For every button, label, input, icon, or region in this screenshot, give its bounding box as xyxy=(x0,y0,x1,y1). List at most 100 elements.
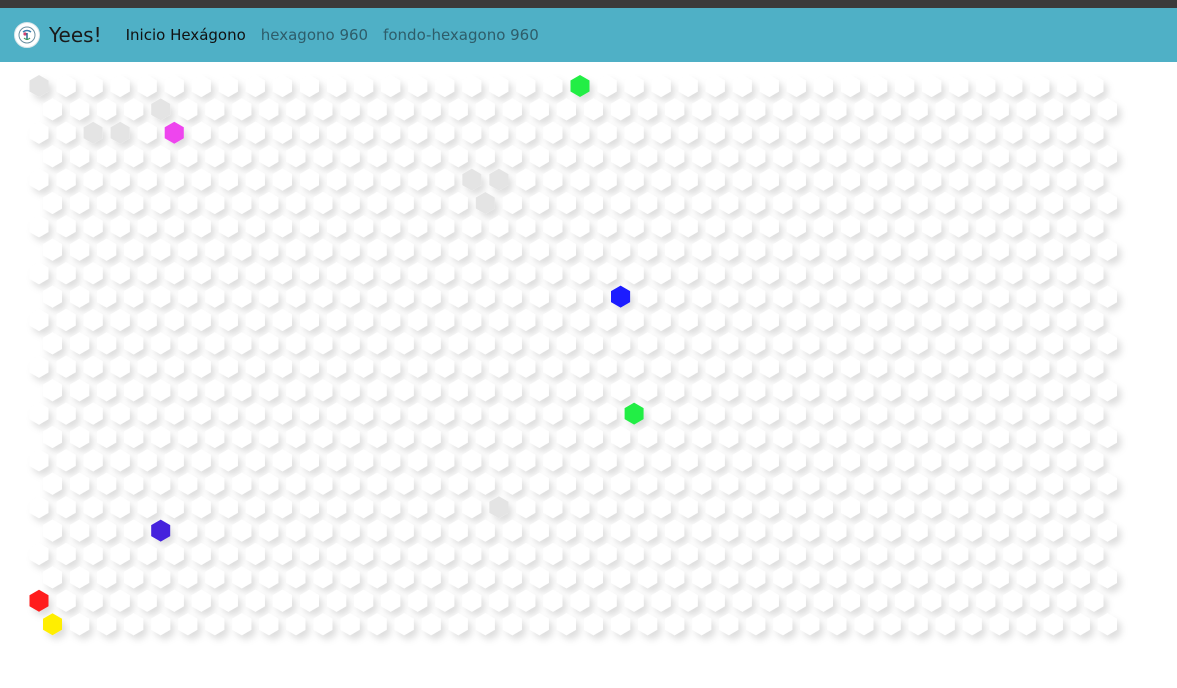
hexagon-cell[interactable] xyxy=(935,379,955,402)
hexagon-cell[interactable] xyxy=(1030,589,1050,612)
hexagon-cell[interactable] xyxy=(259,426,279,448)
hexagon-cell[interactable] xyxy=(43,566,62,589)
hexagon-cell[interactable] xyxy=(489,121,509,144)
hexagon-cell[interactable] xyxy=(597,121,617,144)
hexagon-cell[interactable] xyxy=(272,496,292,519)
hexagon-cell[interactable] xyxy=(70,98,90,121)
hexagon-cell[interactable] xyxy=(638,145,658,168)
hexagon-cell[interactable] xyxy=(110,215,130,238)
hexagon-cell[interactable] xyxy=(705,355,725,378)
hexagon-cell[interactable] xyxy=(70,613,90,636)
hexagon-cell[interactable] xyxy=(1016,145,1036,168)
hexagon-cell[interactable] xyxy=(759,589,779,612)
hexagon-cell[interactable] xyxy=(1057,75,1077,97)
hexagon-cell[interactable] xyxy=(651,75,671,97)
hexagon-cell[interactable] xyxy=(732,121,752,144)
hexagon-cell[interactable] xyxy=(340,379,360,402)
hexagon-cell[interactable] xyxy=(489,402,509,425)
hexagon-cell[interactable] xyxy=(70,285,90,308)
hexagon-cell[interactable] xyxy=(1097,238,1117,261)
hexagon-cell[interactable] xyxy=(800,566,820,589)
hexagon-cell[interactable] xyxy=(949,75,969,97)
hexagon-cell[interactable] xyxy=(272,543,292,565)
hexagon-cell[interactable] xyxy=(529,379,549,402)
hexagon-cell[interactable] xyxy=(448,472,468,495)
hexagon-cell[interactable] xyxy=(381,543,401,565)
hexagon-cell[interactable] xyxy=(110,355,130,378)
hexagon-cell[interactable] xyxy=(854,613,874,636)
hexagon-cell[interactable] xyxy=(259,145,279,168)
hexagon-cell[interactable] xyxy=(1084,543,1104,565)
hexagon-cell[interactable] xyxy=(245,262,265,285)
hexagon-cell[interactable] xyxy=(759,402,779,425)
hexagon-cell[interactable] xyxy=(773,238,793,261)
hexagon-cell[interactable] xyxy=(665,98,685,121)
hexagon-cell[interactable] xyxy=(218,496,238,519)
hexagon-cell[interactable] xyxy=(732,402,752,425)
hexagon-cell[interactable] xyxy=(516,589,536,612)
hexagon-cell-shaded[interactable] xyxy=(475,192,495,214)
hexagon-cell[interactable] xyxy=(245,121,265,144)
hexagon-cell[interactable] xyxy=(732,215,752,238)
hexagon-cell[interactable] xyxy=(245,75,265,97)
hexagon-cell-shaded[interactable] xyxy=(29,75,49,97)
hexagon-cell[interactable] xyxy=(313,285,333,308)
hexagon-cell[interactable] xyxy=(529,192,549,214)
hexagon-cell[interactable] xyxy=(259,285,279,308)
hexagon-cell[interactable] xyxy=(259,519,279,542)
hexagon-cell[interactable] xyxy=(529,332,549,355)
hexagon-cell[interactable] xyxy=(245,589,265,612)
hexagon-cell[interactable] xyxy=(556,472,576,495)
hexagon-cell[interactable] xyxy=(502,613,522,636)
hexagon-cell[interactable] xyxy=(746,98,766,121)
hexagon-cell[interactable] xyxy=(56,543,76,565)
hexagon-cell[interactable] xyxy=(29,355,49,378)
hexagon-cell[interactable] xyxy=(151,192,171,214)
hexagon-cell[interactable] xyxy=(1016,285,1036,308)
hexagon-cell[interactable] xyxy=(732,449,752,472)
hexagon-cell[interactable] xyxy=(178,613,198,636)
hexagon-cell[interactable] xyxy=(665,145,685,168)
hexagon-cell[interactable] xyxy=(584,238,603,261)
hexagon-cell[interactable] xyxy=(489,215,509,238)
hexagon-cell[interactable] xyxy=(1016,238,1036,261)
hexagon-cell[interactable] xyxy=(1057,355,1077,378)
hexagon-cell[interactable] xyxy=(421,285,441,308)
hexagon-cell[interactable] xyxy=(976,75,996,97)
hexagon-cell[interactable] xyxy=(286,285,306,308)
hexagon-cell[interactable] xyxy=(827,285,847,308)
hexagon-cell[interactable] xyxy=(854,192,874,214)
hexagon-cell[interactable] xyxy=(692,192,712,214)
hexagon-cell[interactable] xyxy=(110,496,130,519)
hexagon-cell[interactable] xyxy=(191,543,211,565)
hexagon-cell[interactable] xyxy=(259,566,279,589)
hexagon-cell[interactable] xyxy=(827,426,847,448)
hexagon-cell[interactable] xyxy=(191,121,211,144)
hexagon-cell[interactable] xyxy=(367,613,387,636)
hexagon-cell[interactable] xyxy=(394,472,414,495)
hexagon-cell[interactable] xyxy=(584,472,603,495)
hexagon-cell[interactable] xyxy=(300,168,319,191)
hexagon-cell[interactable] xyxy=(259,472,279,495)
hexagon-cell[interactable] xyxy=(705,75,725,97)
hexagon-cell[interactable] xyxy=(570,215,590,238)
hexagon-cell[interactable] xyxy=(1057,543,1077,565)
hexagon-cell[interactable] xyxy=(191,309,211,331)
hexagon-cell[interactable] xyxy=(665,332,685,355)
hexagon-cell[interactable] xyxy=(556,426,576,448)
hexagon-cell[interactable] xyxy=(908,472,928,495)
hexagon-cell[interactable] xyxy=(259,98,279,121)
hexagon-cell[interactable] xyxy=(448,98,468,121)
hexagon-cell[interactable] xyxy=(462,355,482,378)
hexagon-cell[interactable] xyxy=(543,121,563,144)
hexagon-cell[interactable] xyxy=(800,238,820,261)
hexagon-cell[interactable] xyxy=(638,192,658,214)
hexagon-cell[interactable] xyxy=(502,98,522,121)
hexagon-cell[interactable] xyxy=(949,402,969,425)
hexagon-cell[interactable] xyxy=(651,215,671,238)
hexagon-cell[interactable] xyxy=(124,285,144,308)
hexagon-cell[interactable] xyxy=(556,192,576,214)
hexagon-cell[interactable] xyxy=(232,379,252,402)
hexagon-cell[interactable] xyxy=(922,496,942,519)
hexagon-cell[interactable] xyxy=(367,285,387,308)
